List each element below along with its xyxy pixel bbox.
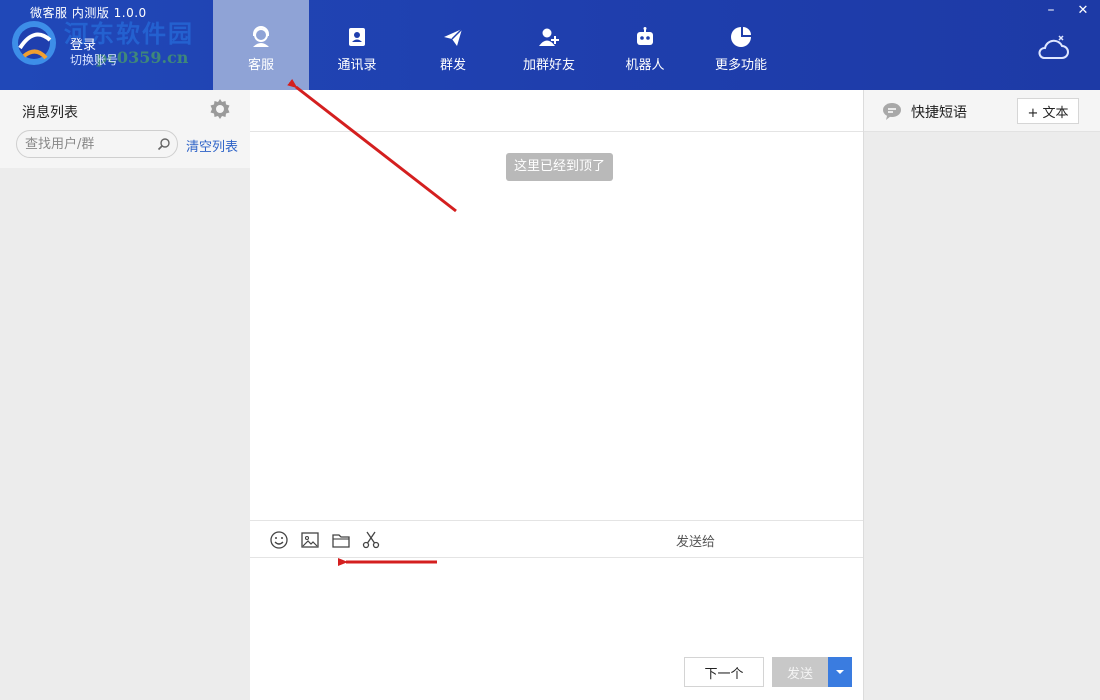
message-input[interactable] [250,558,863,648]
message-list-title: 消息列表 [22,105,78,121]
title-bar: 微客服 内测版 1.0.0 河东软件园 pc0359.cn 登录 切换账号 客服… [0,0,1100,90]
quick-replies-title: 快捷短语 [911,105,967,121]
add-text-button[interactable]: + 文本 [1017,98,1079,124]
tab-contacts[interactable]: 通讯录 [309,0,405,90]
pie-chart-icon [731,27,751,47]
chat-panel: 这里已经到顶了 发送给 下一个 发送 [250,90,863,700]
tab-label: 更多功能 [714,58,767,73]
tab-mass-send[interactable]: 群发 [405,0,501,90]
chevron-down-icon [836,670,844,674]
quick-replies-panel: 快捷短语 + 文本 [863,90,1100,700]
next-button[interactable]: 下一个 [684,657,764,687]
system-message: 这里已经到顶了 [506,153,614,181]
chat-bubble-icon [883,103,901,120]
tab-more-features[interactable]: 更多功能 [693,0,789,90]
message-list-panel: 消息列表 清空列表 [0,90,250,700]
send-button[interactable]: 发送 [772,657,828,687]
chat-toolbar: 发送给 [250,520,863,558]
add-friend-icon [539,28,559,46]
clear-list-link[interactable]: 清空列表 [186,136,238,155]
close-button[interactable]: ✕ [1076,4,1090,18]
search-box [16,130,178,158]
gear-icon[interactable] [208,97,232,121]
tab-label: 通讯录 [337,58,377,73]
switch-account-link[interactable]: 切换账号 [70,51,118,68]
customer-service-icon [253,26,269,47]
message-list-header: 消息列表 清空列表 [0,90,250,168]
tab-customer-service[interactable]: 客服 [213,0,309,90]
image-icon[interactable] [300,530,320,550]
app-title: 微客服 内测版 1.0.0 [30,6,147,20]
quick-replies-header: 快捷短语 + 文本 [864,90,1100,132]
contacts-icon [349,28,365,46]
tab-label: 机器人 [625,58,665,73]
app-logo-icon [12,21,56,65]
emoji-icon[interactable] [269,530,289,550]
robot-icon [637,27,653,45]
tab-label: 客服 [247,58,274,73]
chat-header [250,90,863,132]
search-icon[interactable] [157,137,171,151]
tab-add-friends[interactable]: 加群好友 [501,0,597,90]
cloud-sync-icon[interactable] [1036,34,1070,62]
tab-robot[interactable]: 机器人 [597,0,693,90]
tab-label: 加群好友 [522,58,575,73]
main-nav: 客服 通讯录 群发 加群好友 机器人 更多功能 [213,0,789,90]
send-to-label[interactable]: 发送给 [676,531,715,550]
scissors-icon[interactable] [361,530,381,550]
send-options-dropdown[interactable] [828,657,852,687]
search-input[interactable] [25,135,153,153]
folder-icon[interactable] [331,530,351,550]
tab-label: 群发 [439,58,466,73]
send-plane-icon [444,28,463,46]
minimize-button[interactable]: – [1044,3,1058,18]
